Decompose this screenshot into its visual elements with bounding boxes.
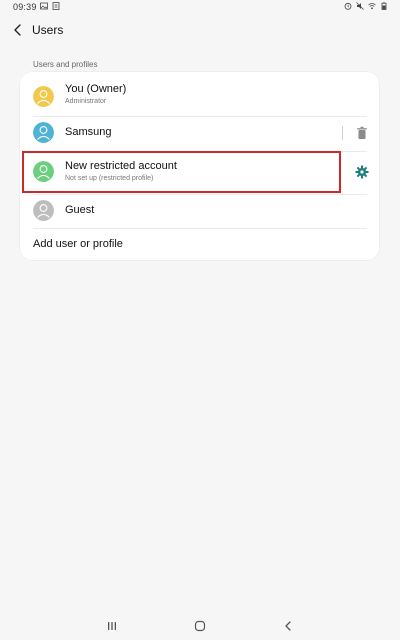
user-row-owner[interactable]: You (Owner) Administrator [20,82,379,112]
nav-back-button[interactable] [280,618,296,634]
app-bar: Users [0,16,400,46]
person-icon [33,161,54,182]
restricted-settings-button[interactable] [355,165,369,179]
status-bar: 09:39 [0,0,400,14]
user-row-guest[interactable]: Guest [20,196,379,226]
home-icon [194,620,206,632]
avatar-guest [33,200,54,221]
delete-user-button[interactable] [356,126,368,140]
user-name-guest: Guest [65,204,95,216]
user-name-restricted: New restricted account [65,160,177,172]
person-icon [33,122,54,143]
divider [33,194,367,195]
person-icon [33,200,54,221]
page-title: Users [32,23,64,37]
back-icon [285,621,291,631]
user-subtitle-owner: Administrator [65,98,107,105]
alarm-icon [344,2,352,10]
status-left-icons [40,2,60,10]
vertical-divider [342,126,343,140]
status-right-icons [344,2,388,10]
gear-icon [355,165,369,179]
mute-icon [356,2,364,10]
back-arrow-icon [14,24,21,36]
divider [33,228,367,229]
user-row-restricted[interactable]: New restricted account Not set up (restr… [20,157,379,187]
user-subtitle-restricted: Not set up (restricted profile) [65,175,154,182]
screenshot-icon [52,2,60,10]
battery-icon [380,2,388,10]
add-user-button[interactable]: Add user or profile [20,232,379,256]
back-button[interactable] [8,20,28,40]
home-button[interactable] [192,618,208,634]
user-name-owner: You (Owner) [65,83,127,95]
add-user-label: Add user or profile [33,238,123,250]
status-time: 09:39 [13,2,37,12]
recents-button[interactable] [104,618,120,634]
avatar-restricted [33,161,54,182]
navigation-bar [0,612,400,640]
user-row-samsung[interactable]: Samsung [20,118,379,148]
user-name-samsung: Samsung [65,126,112,138]
avatar-owner [33,86,54,107]
person-icon [33,86,54,107]
gallery-icon [40,2,48,10]
avatar-samsung [33,122,54,143]
divider [33,151,367,152]
section-label: Users and profiles [33,60,98,69]
divider [33,116,367,117]
users-card: You (Owner) Administrator Samsung New re… [20,72,379,260]
wifi-icon [368,2,376,10]
recents-icon [108,622,116,630]
trash-icon [357,126,367,139]
